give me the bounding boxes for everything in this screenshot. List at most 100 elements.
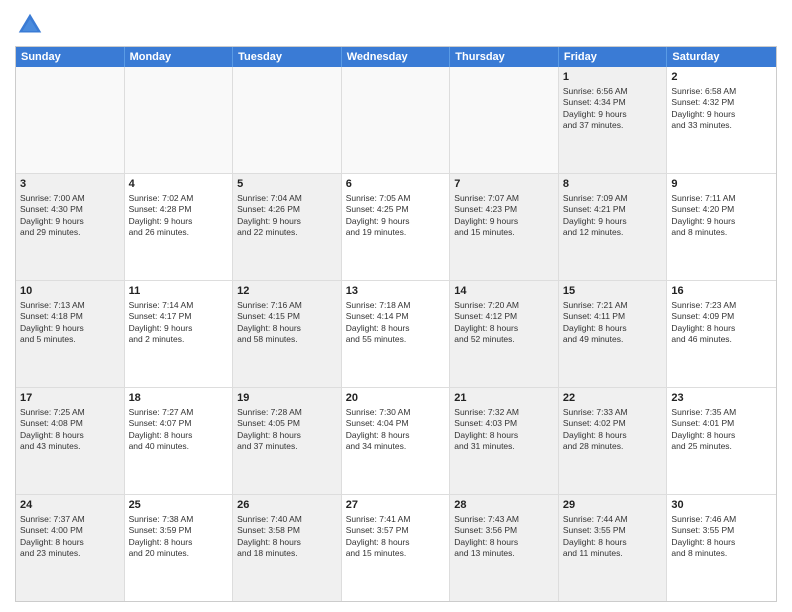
day-info: Sunrise: 7:41 AM Sunset: 3:57 PM Dayligh…: [346, 514, 411, 558]
day-info: Sunrise: 7:23 AM Sunset: 4:09 PM Dayligh…: [671, 300, 736, 344]
day-number: 22: [563, 391, 663, 406]
day-info: Sunrise: 6:56 AM Sunset: 4:34 PM Dayligh…: [563, 86, 628, 130]
day-cell-11: 11Sunrise: 7:14 AM Sunset: 4:17 PM Dayli…: [125, 281, 234, 387]
logo-icon: [15, 10, 45, 40]
day-cell-19: 19Sunrise: 7:28 AM Sunset: 4:05 PM Dayli…: [233, 388, 342, 494]
calendar-header: SundayMondayTuesdayWednesdayThursdayFrid…: [16, 47, 776, 67]
day-info: Sunrise: 7:09 AM Sunset: 4:21 PM Dayligh…: [563, 193, 628, 237]
day-info: Sunrise: 7:40 AM Sunset: 3:58 PM Dayligh…: [237, 514, 302, 558]
day-cell-17: 17Sunrise: 7:25 AM Sunset: 4:08 PM Dayli…: [16, 388, 125, 494]
day-info: Sunrise: 7:33 AM Sunset: 4:02 PM Dayligh…: [563, 407, 628, 451]
day-number: 2: [671, 70, 772, 85]
logo: [15, 10, 49, 40]
calendar: SundayMondayTuesdayWednesdayThursdayFrid…: [15, 46, 777, 602]
day-info: Sunrise: 7:18 AM Sunset: 4:14 PM Dayligh…: [346, 300, 411, 344]
day-cell-20: 20Sunrise: 7:30 AM Sunset: 4:04 PM Dayli…: [342, 388, 451, 494]
day-cell-27: 27Sunrise: 7:41 AM Sunset: 3:57 PM Dayli…: [342, 495, 451, 601]
day-cell-4: 4Sunrise: 7:02 AM Sunset: 4:28 PM Daylig…: [125, 174, 234, 280]
empty-cell-0-2: [233, 67, 342, 173]
day-number: 27: [346, 498, 446, 513]
day-number: 28: [454, 498, 554, 513]
day-number: 23: [671, 391, 772, 406]
day-number: 4: [129, 177, 229, 192]
day-number: 15: [563, 284, 663, 299]
day-cell-29: 29Sunrise: 7:44 AM Sunset: 3:55 PM Dayli…: [559, 495, 668, 601]
day-cell-1: 1Sunrise: 6:56 AM Sunset: 4:34 PM Daylig…: [559, 67, 668, 173]
day-cell-12: 12Sunrise: 7:16 AM Sunset: 4:15 PM Dayli…: [233, 281, 342, 387]
day-number: 25: [129, 498, 229, 513]
day-number: 20: [346, 391, 446, 406]
calendar-row-2: 10Sunrise: 7:13 AM Sunset: 4:18 PM Dayli…: [16, 280, 776, 387]
day-number: 7: [454, 177, 554, 192]
day-cell-13: 13Sunrise: 7:18 AM Sunset: 4:14 PM Dayli…: [342, 281, 451, 387]
day-info: Sunrise: 7:37 AM Sunset: 4:00 PM Dayligh…: [20, 514, 85, 558]
day-number: 5: [237, 177, 337, 192]
day-cell-18: 18Sunrise: 7:27 AM Sunset: 4:07 PM Dayli…: [125, 388, 234, 494]
day-info: Sunrise: 7:28 AM Sunset: 4:05 PM Dayligh…: [237, 407, 302, 451]
page: SundayMondayTuesdayWednesdayThursdayFrid…: [0, 0, 792, 612]
day-cell-14: 14Sunrise: 7:20 AM Sunset: 4:12 PM Dayli…: [450, 281, 559, 387]
day-info: Sunrise: 7:35 AM Sunset: 4:01 PM Dayligh…: [671, 407, 736, 451]
calendar-row-4: 24Sunrise: 7:37 AM Sunset: 4:00 PM Dayli…: [16, 494, 776, 601]
day-number: 6: [346, 177, 446, 192]
day-number: 18: [129, 391, 229, 406]
day-info: Sunrise: 7:44 AM Sunset: 3:55 PM Dayligh…: [563, 514, 628, 558]
day-info: Sunrise: 7:13 AM Sunset: 4:18 PM Dayligh…: [20, 300, 85, 344]
day-cell-23: 23Sunrise: 7:35 AM Sunset: 4:01 PM Dayli…: [667, 388, 776, 494]
day-number: 8: [563, 177, 663, 192]
day-number: 12: [237, 284, 337, 299]
day-number: 26: [237, 498, 337, 513]
day-number: 9: [671, 177, 772, 192]
day-info: Sunrise: 7:16 AM Sunset: 4:15 PM Dayligh…: [237, 300, 302, 344]
day-cell-26: 26Sunrise: 7:40 AM Sunset: 3:58 PM Dayli…: [233, 495, 342, 601]
header-cell-wednesday: Wednesday: [342, 47, 451, 67]
header-cell-sunday: Sunday: [16, 47, 125, 67]
empty-cell-0-0: [16, 67, 125, 173]
day-info: Sunrise: 7:14 AM Sunset: 4:17 PM Dayligh…: [129, 300, 194, 344]
day-info: Sunrise: 7:30 AM Sunset: 4:04 PM Dayligh…: [346, 407, 411, 451]
header-cell-saturday: Saturday: [667, 47, 776, 67]
day-number: 29: [563, 498, 663, 513]
day-info: Sunrise: 7:20 AM Sunset: 4:12 PM Dayligh…: [454, 300, 519, 344]
calendar-body: 1Sunrise: 6:56 AM Sunset: 4:34 PM Daylig…: [16, 67, 776, 601]
day-info: Sunrise: 7:02 AM Sunset: 4:28 PM Dayligh…: [129, 193, 194, 237]
day-number: 17: [20, 391, 120, 406]
calendar-row-3: 17Sunrise: 7:25 AM Sunset: 4:08 PM Dayli…: [16, 387, 776, 494]
day-info: Sunrise: 7:21 AM Sunset: 4:11 PM Dayligh…: [563, 300, 628, 344]
day-number: 13: [346, 284, 446, 299]
day-cell-21: 21Sunrise: 7:32 AM Sunset: 4:03 PM Dayli…: [450, 388, 559, 494]
day-info: Sunrise: 7:00 AM Sunset: 4:30 PM Dayligh…: [20, 193, 85, 237]
day-number: 14: [454, 284, 554, 299]
day-cell-9: 9Sunrise: 7:11 AM Sunset: 4:20 PM Daylig…: [667, 174, 776, 280]
day-info: Sunrise: 7:05 AM Sunset: 4:25 PM Dayligh…: [346, 193, 411, 237]
day-info: Sunrise: 7:32 AM Sunset: 4:03 PM Dayligh…: [454, 407, 519, 451]
day-cell-25: 25Sunrise: 7:38 AM Sunset: 3:59 PM Dayli…: [125, 495, 234, 601]
day-info: Sunrise: 7:04 AM Sunset: 4:26 PM Dayligh…: [237, 193, 302, 237]
day-info: Sunrise: 7:43 AM Sunset: 3:56 PM Dayligh…: [454, 514, 519, 558]
day-cell-7: 7Sunrise: 7:07 AM Sunset: 4:23 PM Daylig…: [450, 174, 559, 280]
day-info: Sunrise: 6:58 AM Sunset: 4:32 PM Dayligh…: [671, 86, 736, 130]
day-cell-8: 8Sunrise: 7:09 AM Sunset: 4:21 PM Daylig…: [559, 174, 668, 280]
day-cell-28: 28Sunrise: 7:43 AM Sunset: 3:56 PM Dayli…: [450, 495, 559, 601]
empty-cell-0-3: [342, 67, 451, 173]
day-cell-5: 5Sunrise: 7:04 AM Sunset: 4:26 PM Daylig…: [233, 174, 342, 280]
day-info: Sunrise: 7:25 AM Sunset: 4:08 PM Dayligh…: [20, 407, 85, 451]
day-number: 30: [671, 498, 772, 513]
day-cell-15: 15Sunrise: 7:21 AM Sunset: 4:11 PM Dayli…: [559, 281, 668, 387]
day-number: 10: [20, 284, 120, 299]
calendar-row-0: 1Sunrise: 6:56 AM Sunset: 4:34 PM Daylig…: [16, 67, 776, 173]
header-cell-monday: Monday: [125, 47, 234, 67]
day-number: 1: [563, 70, 663, 85]
day-number: 21: [454, 391, 554, 406]
day-info: Sunrise: 7:38 AM Sunset: 3:59 PM Dayligh…: [129, 514, 194, 558]
day-cell-3: 3Sunrise: 7:00 AM Sunset: 4:30 PM Daylig…: [16, 174, 125, 280]
empty-cell-0-1: [125, 67, 234, 173]
header-cell-friday: Friday: [559, 47, 668, 67]
day-info: Sunrise: 7:11 AM Sunset: 4:20 PM Dayligh…: [671, 193, 735, 237]
day-info: Sunrise: 7:27 AM Sunset: 4:07 PM Dayligh…: [129, 407, 194, 451]
day-cell-2: 2Sunrise: 6:58 AM Sunset: 4:32 PM Daylig…: [667, 67, 776, 173]
header: [15, 10, 777, 40]
day-number: 16: [671, 284, 772, 299]
day-info: Sunrise: 7:07 AM Sunset: 4:23 PM Dayligh…: [454, 193, 519, 237]
day-cell-22: 22Sunrise: 7:33 AM Sunset: 4:02 PM Dayli…: [559, 388, 668, 494]
